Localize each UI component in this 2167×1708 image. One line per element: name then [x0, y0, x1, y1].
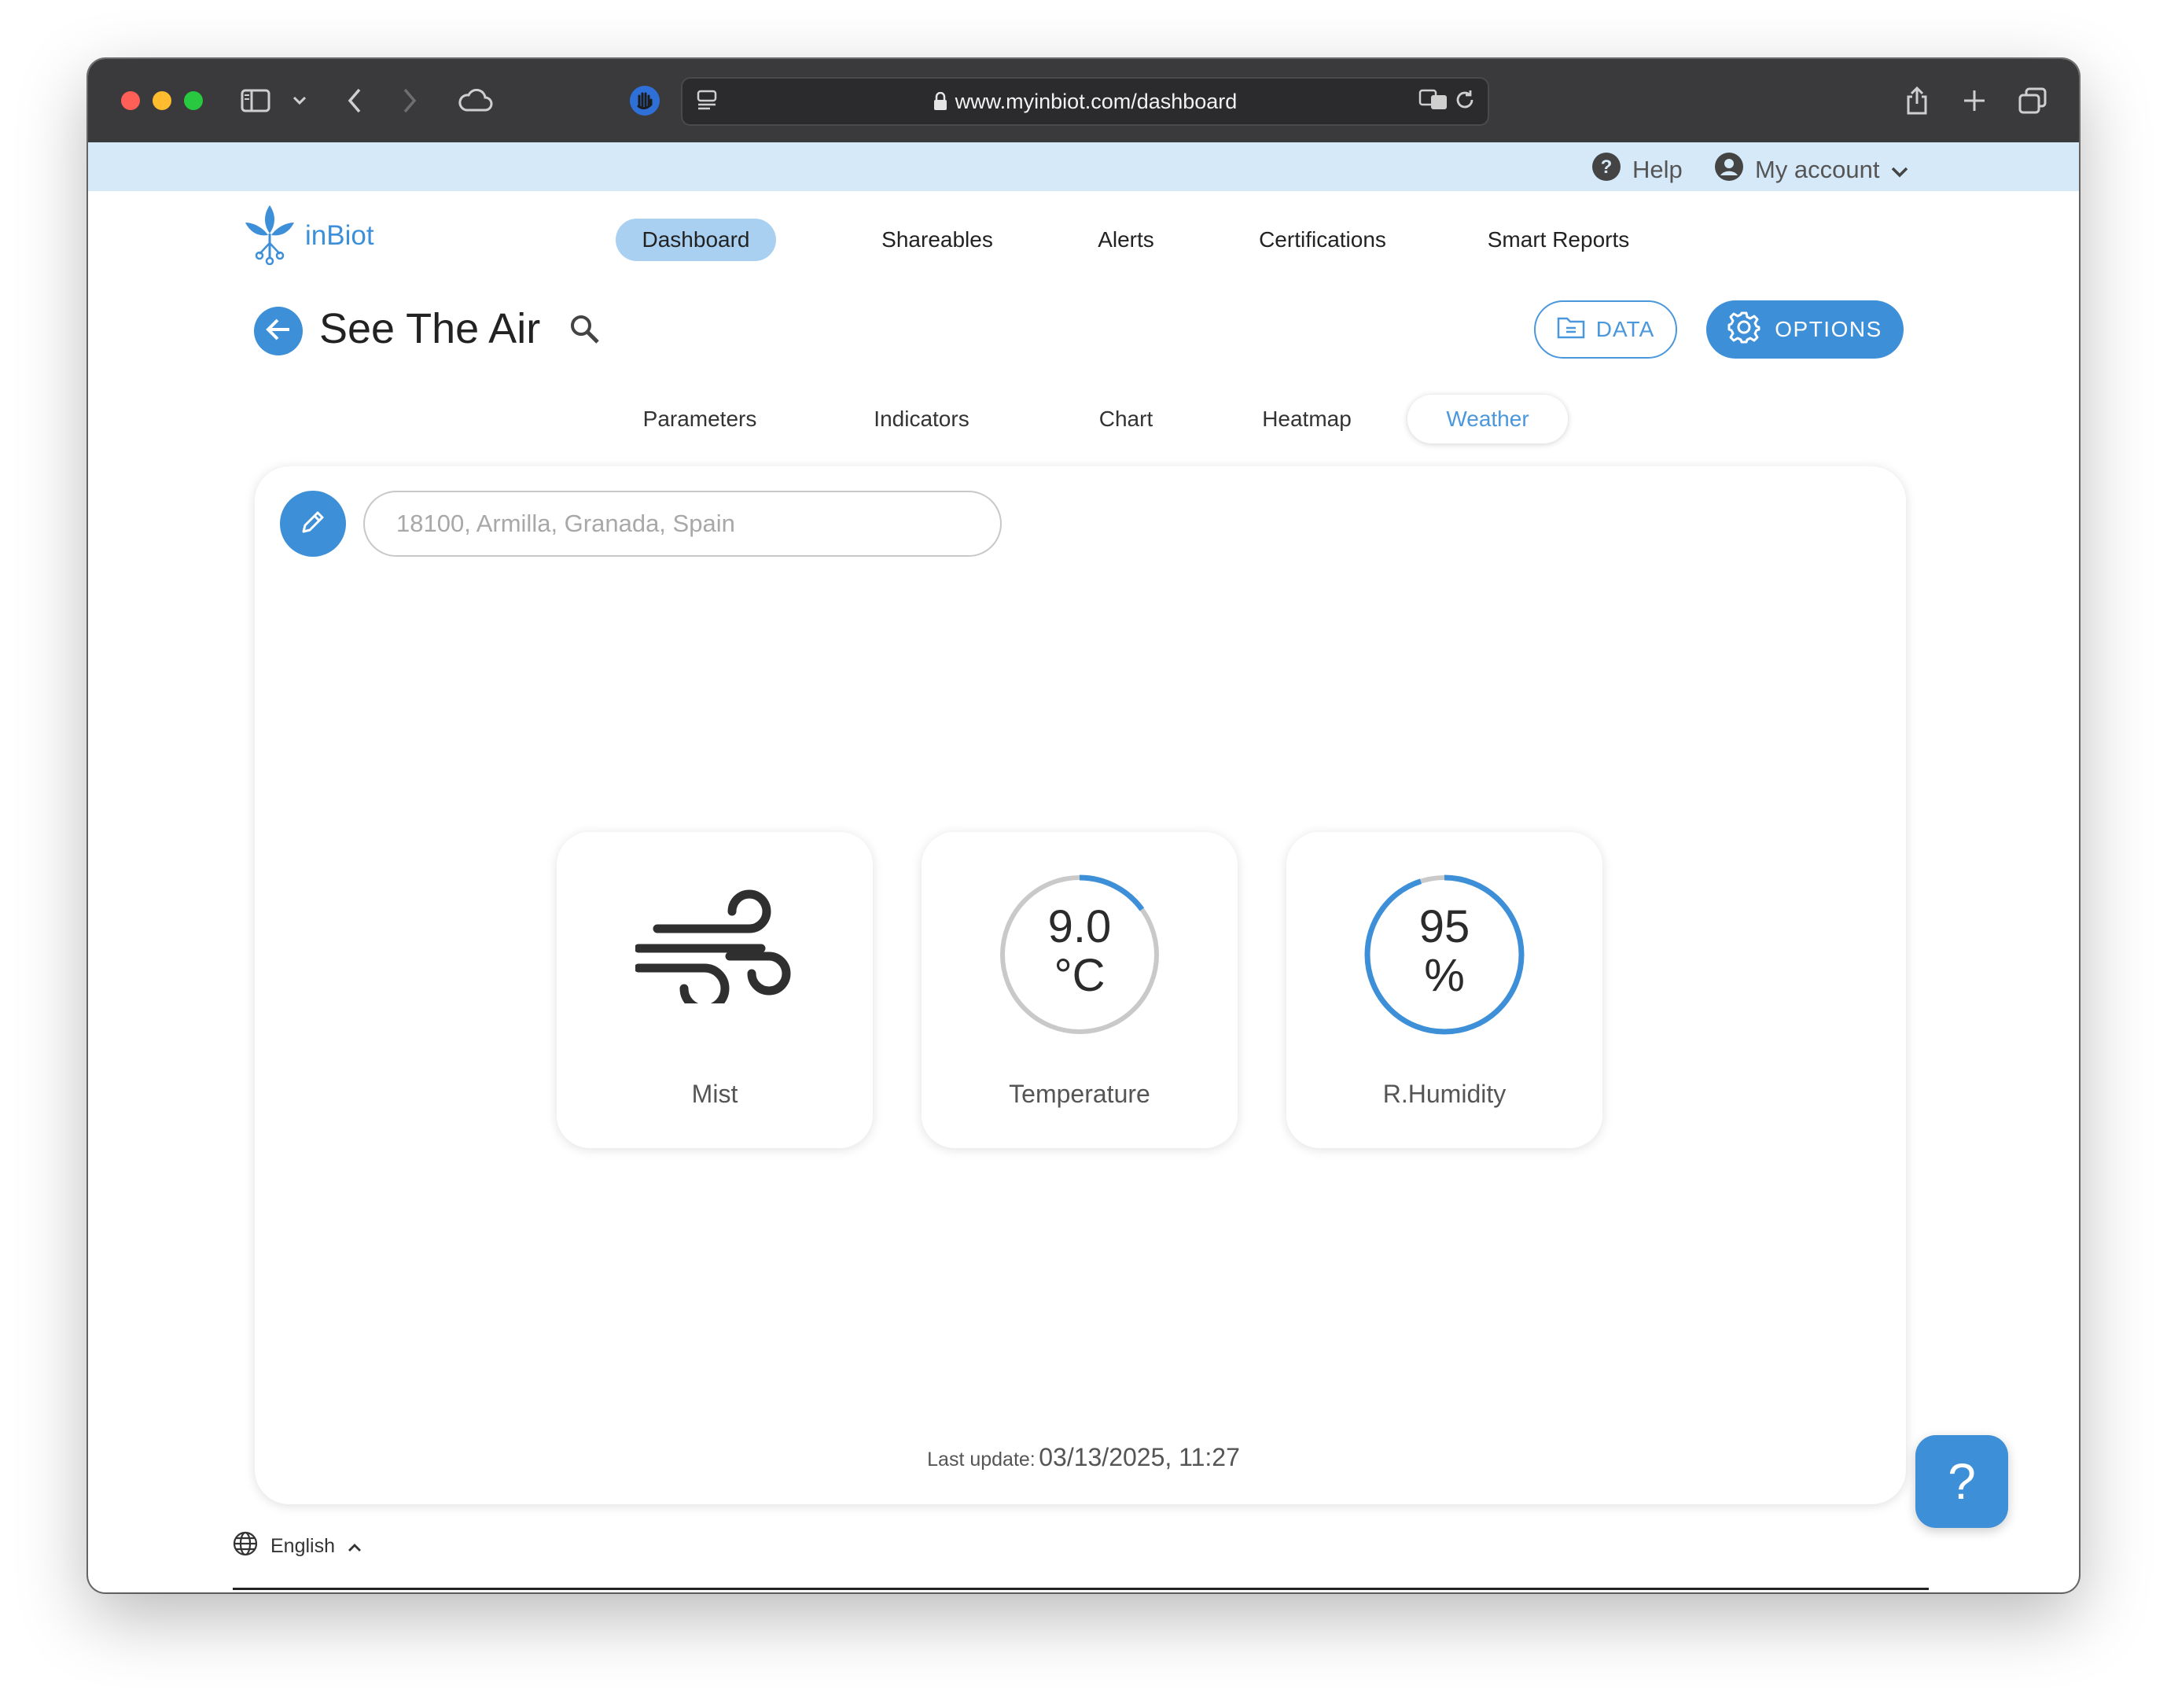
last-update: Last update: 03/13/2025, 11:27	[88, 1443, 2079, 1472]
forward-arrow-icon[interactable]	[392, 83, 428, 119]
gear-icon	[1727, 311, 1760, 349]
browser-toolbar: www.myinbiot.com/dashboard	[88, 59, 2079, 142]
humidity-value: 95	[1418, 901, 1470, 952]
search-icon[interactable]	[569, 314, 601, 349]
temperature-card: 9.0 °C Temperature	[922, 832, 1238, 1148]
edit-location-button[interactable]	[280, 491, 346, 557]
weather-condition-card: Mist	[557, 832, 873, 1148]
folder-icon	[1557, 315, 1585, 344]
arrow-left-icon	[265, 318, 292, 345]
temperature-unit: °C	[1054, 950, 1106, 1001]
help-label: Help	[1632, 156, 1683, 183]
help-fab-button[interactable]: ?	[1915, 1435, 2008, 1528]
data-button[interactable]: DATA	[1534, 300, 1677, 359]
minimize-window-button[interactable]	[153, 91, 171, 110]
temperature-value: 9.0	[1047, 901, 1112, 952]
footer-divider	[233, 1588, 1929, 1590]
chevron-down-icon[interactable]	[281, 83, 318, 119]
data-button-label: DATA	[1595, 317, 1655, 341]
address-bar[interactable]: www.myinbiot.com/dashboard	[681, 77, 1489, 126]
share-icon[interactable]	[1899, 83, 1935, 119]
page-title: See The Air	[319, 305, 541, 352]
temperature-label: Temperature	[1009, 1080, 1150, 1108]
back-arrow-icon[interactable]	[337, 83, 373, 119]
chevron-up-icon	[348, 1535, 362, 1558]
humidity-label: R.Humidity	[1382, 1080, 1507, 1108]
language-selector[interactable]: English	[233, 1531, 362, 1562]
tab-heatmap[interactable]: Heatmap	[1236, 395, 1378, 444]
pencil-icon	[299, 508, 327, 540]
account-bar: ? Help My account	[88, 142, 2079, 191]
chevron-down-icon	[1891, 156, 1908, 184]
close-window-button[interactable]	[121, 91, 140, 110]
globe-icon	[233, 1531, 258, 1562]
url-label: www.myinbiot.com/dashboard	[955, 90, 1238, 113]
url-text: www.myinbiot.com/dashboard	[682, 90, 1488, 116]
last-update-label: Last update:	[927, 1448, 1036, 1471]
lock-icon	[933, 91, 947, 116]
my-account-menu[interactable]: My account	[1714, 152, 1908, 188]
nav-certifications[interactable]: Certifications	[1220, 219, 1425, 261]
last-update-value: 03/13/2025, 11:27	[1039, 1443, 1240, 1471]
location-input[interactable]	[363, 491, 1002, 557]
tab-indicators[interactable]: Indicators	[843, 395, 1000, 444]
cloud-icon[interactable]	[451, 83, 499, 119]
humidity-unit: %	[1424, 950, 1465, 1001]
nav-alerts[interactable]: Alerts	[1063, 219, 1189, 261]
wind-icon	[634, 885, 793, 1014]
tab-parameters[interactable]: Parameters	[621, 395, 778, 444]
brand-logo[interactable]: inBiot	[242, 202, 374, 269]
tab-weather[interactable]: Weather	[1407, 395, 1568, 444]
question-mark-icon: ?	[1948, 1453, 1976, 1510]
options-button-label: OPTIONS	[1775, 317, 1882, 341]
nav-dashboard[interactable]: Dashboard	[616, 219, 776, 261]
tab-chart[interactable]: Chart	[1063, 395, 1189, 444]
inbiot-leaf-icon	[242, 202, 297, 269]
nav-shareables[interactable]: Shareables	[843, 219, 1032, 261]
new-tab-icon[interactable]	[1956, 83, 1992, 119]
help-link[interactable]: ? Help	[1591, 152, 1683, 188]
humidity-card: 95 % R.Humidity	[1286, 832, 1602, 1148]
reload-icon[interactable]	[1447, 82, 1483, 118]
back-button[interactable]	[254, 307, 303, 355]
sidebar-toggle-icon[interactable]	[237, 83, 274, 119]
options-button[interactable]: OPTIONS	[1706, 300, 1904, 359]
svg-text:?: ?	[1601, 156, 1613, 178]
brand-name: inBiot	[305, 219, 374, 251]
help-circle-icon: ?	[1591, 152, 1621, 188]
privacy-shield-icon[interactable]	[627, 83, 663, 119]
tab-overview-icon[interactable]	[2014, 83, 2051, 119]
language-label: English	[270, 1535, 335, 1557]
account-avatar-icon	[1714, 152, 1744, 188]
nav-smart-reports[interactable]: Smart Reports	[1456, 219, 1661, 261]
maximize-window-button[interactable]	[184, 91, 203, 110]
browser-window: www.myinbiot.com/dashboard ? Help My acc…	[88, 59, 2079, 1592]
my-account-label: My account	[1755, 156, 1880, 183]
condition-label: Mist	[691, 1080, 738, 1108]
